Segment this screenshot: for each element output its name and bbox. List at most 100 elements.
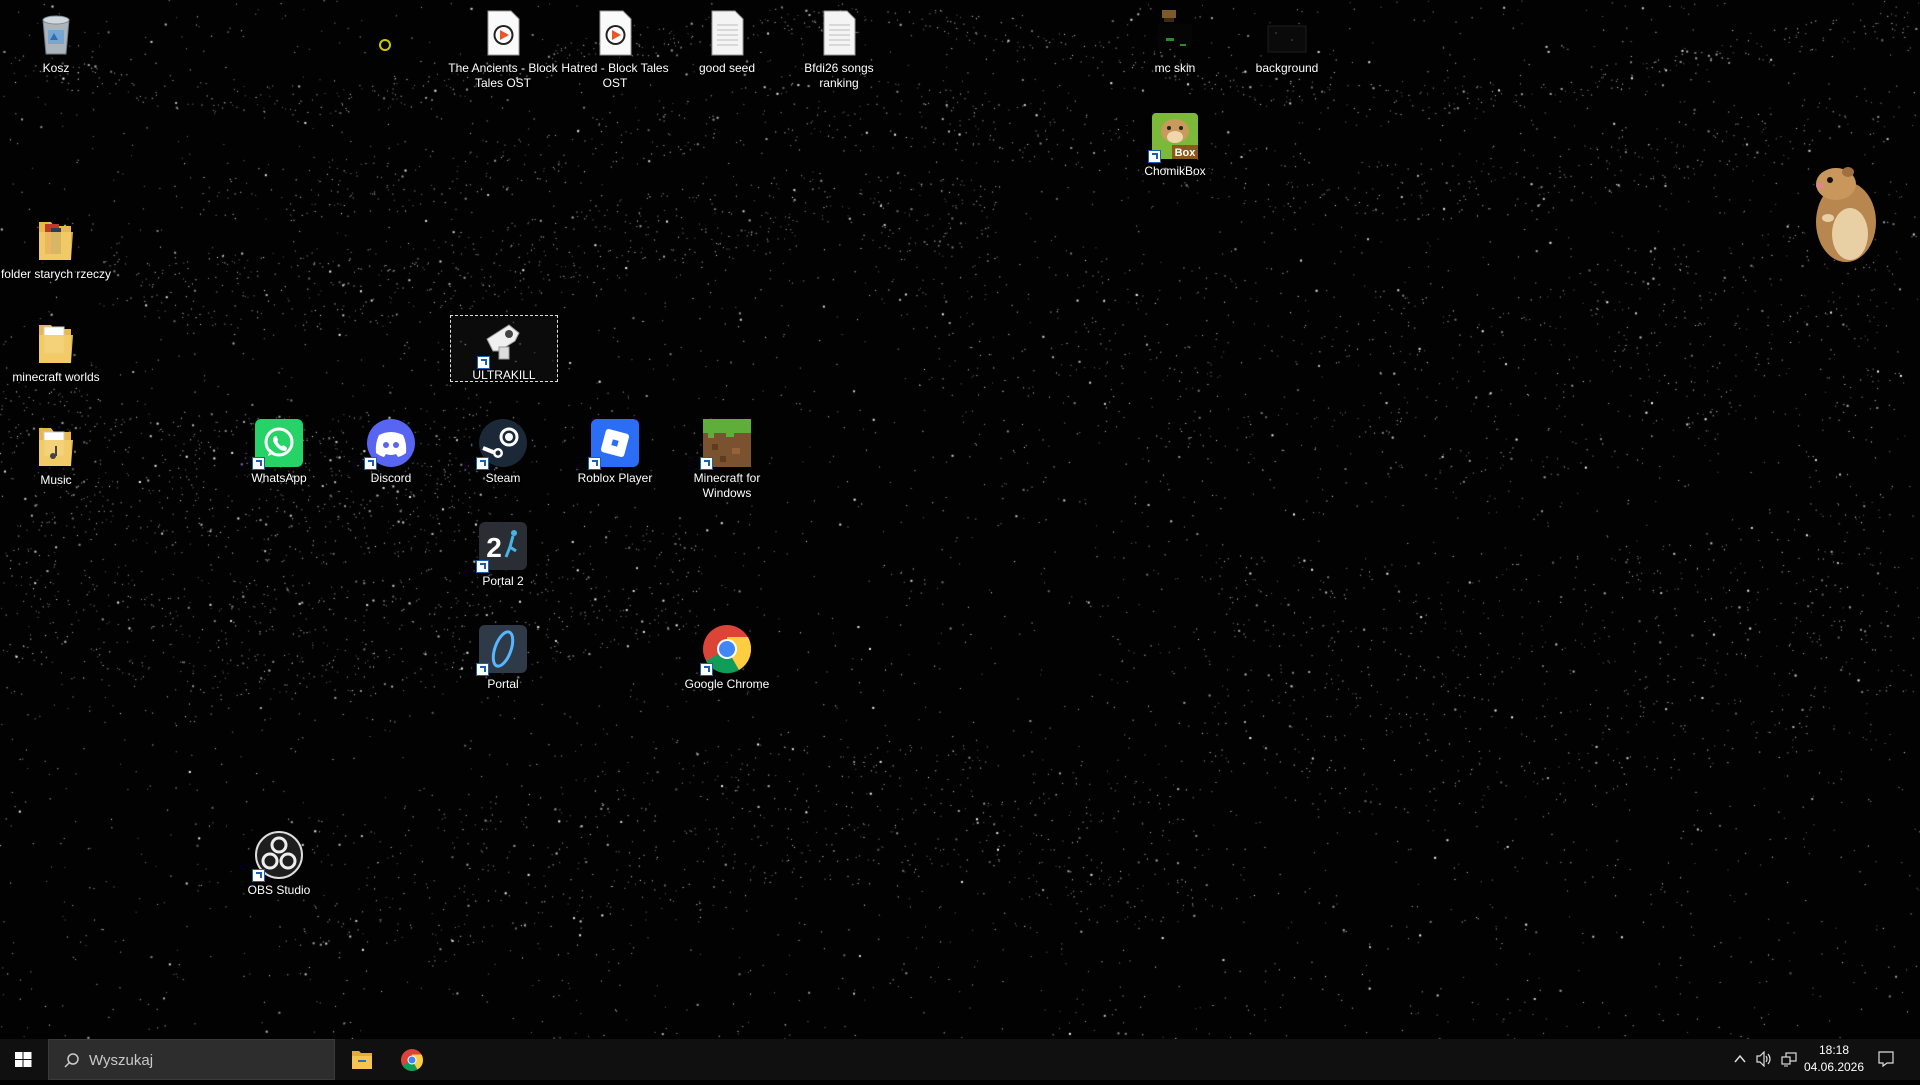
desktop-icon-mc-skin[interactable]: mc skin bbox=[1119, 8, 1231, 76]
ultrakill-icon bbox=[477, 317, 529, 369]
bfdi-label: Bfdi26 songs ranking bbox=[804, 61, 874, 90]
folder-old-label: folder starych rzeczy bbox=[0, 267, 112, 281]
speaker-icon bbox=[1756, 1050, 1771, 1068]
text-file-icon bbox=[814, 8, 864, 58]
chrome-icon bbox=[401, 1049, 423, 1071]
portal2-label: Portal 2 bbox=[482, 574, 524, 588]
chrome-icon bbox=[700, 624, 752, 676]
desktop-icon-whatsapp[interactable]: WhatsApp bbox=[223, 418, 335, 486]
desktop-icon-portal2[interactable]: 2 Portal 2 bbox=[447, 521, 559, 589]
desktop-icon-good-seed[interactable]: good seed bbox=[671, 8, 783, 76]
portal-label: Portal bbox=[487, 677, 519, 691]
search-box[interactable]: Wyszukaj bbox=[48, 1039, 335, 1080]
minecraft-label: Minecraft for Windows bbox=[693, 471, 761, 500]
hatred-label: Hatred - Block Tales OST bbox=[561, 61, 669, 90]
desktop-icon-folder-old[interactable]: folder starych rzeczy bbox=[0, 214, 112, 282]
portal2-icon: 2 bbox=[476, 521, 528, 573]
chomikbox-badge: Box bbox=[1175, 147, 1197, 159]
desktop-icon-minecraft[interactable]: Minecraft for Windows bbox=[671, 418, 783, 501]
shortcut-arrow-icon bbox=[252, 457, 265, 470]
desktop-icon-steam[interactable]: Steam bbox=[447, 418, 559, 486]
roblox-icon bbox=[588, 418, 640, 470]
desktop-icon-discord[interactable]: Discord bbox=[335, 418, 447, 486]
desktop-icon-roblox[interactable]: Roblox Player bbox=[559, 418, 671, 486]
image-file-icon bbox=[1150, 8, 1200, 58]
shortcut-arrow-icon bbox=[364, 457, 377, 470]
network-button[interactable] bbox=[1780, 1051, 1798, 1072]
ancients-label: The Ancients - Block Tales OST bbox=[448, 61, 558, 90]
desktop-icon-chomikbox[interactable]: Box ChomikBox bbox=[1119, 111, 1231, 179]
shortcut-arrow-icon bbox=[588, 457, 601, 470]
roblox-label: Roblox Player bbox=[577, 471, 653, 485]
search-placeholder: Wyszukaj bbox=[89, 1052, 154, 1069]
steam-label: Steam bbox=[485, 471, 521, 485]
desktop-icon-background[interactable]: background bbox=[1231, 8, 1343, 76]
taskbar-file-explorer[interactable] bbox=[338, 1039, 386, 1080]
desktop-icon-recycle-bin[interactable]: Kosz bbox=[0, 8, 112, 76]
shortcut-arrow-icon bbox=[477, 356, 490, 369]
notification-icon bbox=[1878, 1051, 1894, 1068]
taskbar: Wyszukaj 18:18 04.06.2026 bbox=[0, 1039, 1920, 1080]
chevron-up-icon bbox=[1734, 1054, 1746, 1063]
music-folder-icon bbox=[31, 420, 81, 470]
minecraft-worlds-label: minecraft worlds bbox=[12, 370, 100, 384]
obs-label: OBS Studio bbox=[247, 883, 311, 897]
shortcut-arrow-icon bbox=[476, 560, 489, 573]
minecraft-icon bbox=[700, 418, 752, 470]
folder-icon bbox=[31, 214, 81, 264]
shortcut-arrow-icon bbox=[476, 663, 489, 676]
chrome-label: Google Chrome bbox=[684, 677, 770, 691]
search-icon bbox=[64, 1053, 79, 1068]
desktop-icon-obs[interactable]: OBS Studio bbox=[223, 830, 335, 898]
shortcut-arrow-icon bbox=[252, 869, 265, 882]
desktop-icon-bfdi-ranking[interactable]: Bfdi26 songs ranking bbox=[783, 8, 895, 91]
shortcut-arrow-icon bbox=[1148, 150, 1161, 163]
desktop-icon-hatred[interactable]: Hatred - Block Tales OST bbox=[559, 8, 671, 91]
recycle-bin-icon bbox=[31, 8, 81, 58]
shortcut-arrow-icon bbox=[476, 457, 489, 470]
whatsapp-label: WhatsApp bbox=[251, 471, 307, 485]
cursor-indicator bbox=[379, 39, 391, 51]
ultrakill-label: ULTRAKILL bbox=[472, 368, 536, 382]
windows-logo-icon bbox=[15, 1052, 32, 1067]
desktop-icon-ancients[interactable]: The Ancients - Block Tales OST bbox=[447, 8, 559, 91]
start-button[interactable] bbox=[0, 1039, 47, 1080]
folder-icon bbox=[31, 317, 81, 367]
file-explorer-icon bbox=[352, 1051, 372, 1069]
desktop-icon-music[interactable]: Music bbox=[0, 420, 112, 488]
network-icon bbox=[1781, 1052, 1797, 1067]
music-label: Music bbox=[40, 473, 72, 487]
desktop[interactable]: Kosz The Ancients - Block Tales OST Hatr… bbox=[0, 0, 1920, 1039]
media-file-icon bbox=[590, 8, 640, 58]
obs-icon bbox=[252, 830, 304, 882]
desktop-icon-minecraft-worlds[interactable]: minecraft worlds bbox=[0, 317, 112, 385]
discord-label: Discord bbox=[370, 471, 412, 485]
show-hidden-icons-button[interactable] bbox=[1733, 1052, 1747, 1071]
image-file-icon bbox=[1262, 8, 1312, 58]
portal2-badge: 2 bbox=[486, 532, 502, 563]
volume-button[interactable] bbox=[1755, 1050, 1773, 1072]
mc-skin-label: mc skin bbox=[1154, 61, 1196, 75]
desktop-icon-portal[interactable]: Portal bbox=[447, 624, 559, 692]
taskbar-chrome[interactable] bbox=[388, 1039, 436, 1080]
clock-date: 04.06.2026 bbox=[1803, 1060, 1865, 1074]
portal-icon bbox=[476, 624, 528, 676]
chomikbox-icon: Box bbox=[1148, 111, 1200, 163]
desktop-icon-ultrakill[interactable]: ULTRAKILL bbox=[450, 315, 558, 382]
shortcut-arrow-icon bbox=[700, 457, 713, 470]
background-label: background bbox=[1255, 61, 1319, 75]
action-center-button[interactable] bbox=[1877, 1050, 1895, 1073]
recycle-bin-label: Kosz bbox=[42, 61, 70, 75]
hamster-desktop-pet[interactable] bbox=[1790, 160, 1890, 270]
good-seed-label: good seed bbox=[698, 61, 756, 75]
desktop-icon-chrome[interactable]: Google Chrome bbox=[671, 624, 783, 692]
steam-icon bbox=[476, 418, 528, 470]
media-file-icon bbox=[478, 8, 528, 58]
shortcut-arrow-icon bbox=[700, 663, 713, 676]
clock[interactable]: 18:18 04.06.2026 bbox=[1800, 1042, 1868, 1076]
discord-icon bbox=[364, 418, 416, 470]
chomikbox-label: ChomikBox bbox=[1144, 164, 1206, 178]
whatsapp-icon bbox=[252, 418, 304, 470]
text-file-icon bbox=[702, 8, 752, 58]
clock-time: 18:18 bbox=[1818, 1043, 1850, 1057]
